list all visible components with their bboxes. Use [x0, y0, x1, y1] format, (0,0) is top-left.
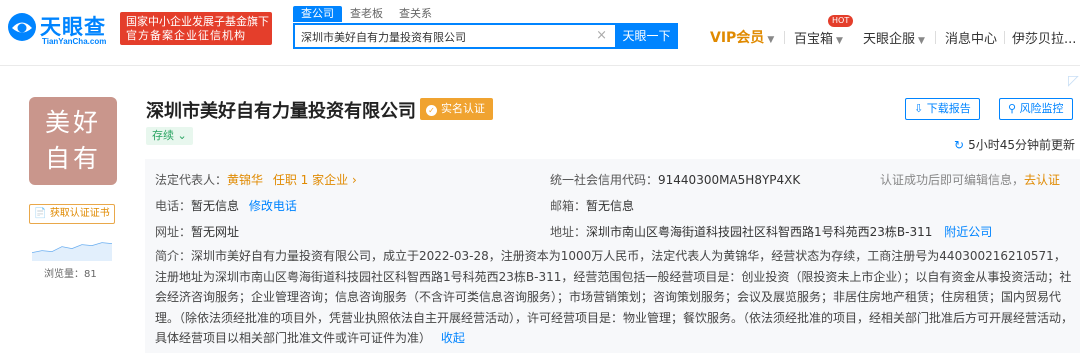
company-card: ◸ 美好 自有 📄 获取认证证书 浏览量：81 深圳市美好自有力量投资有限公司 … — [0, 67, 1080, 353]
location-pin-icon: ⚲ — [1008, 102, 1017, 115]
get-cert-label: 获取认证证书 — [49, 208, 110, 219]
enterprise-label: 天眼企服 — [863, 32, 916, 47]
intro-label: 简介： — [155, 249, 192, 263]
nearby-companies-link[interactable]: 附近公司 — [944, 225, 992, 239]
chevron-down-icon: ▼ — [836, 36, 843, 46]
hot-badge: HOT — [828, 15, 854, 27]
email-value: 暂无信息 — [586, 199, 635, 213]
legal-rep-label: 法定代表人： — [155, 173, 228, 187]
risk-label: 风险监控 — [1019, 102, 1064, 115]
chevron-down-icon: ⌄ — [177, 129, 187, 142]
chevron-down-icon: ▼ — [918, 36, 925, 46]
official-badge: 国家中小企业发展子基金旗下 官方备案企业征信机构 — [120, 12, 272, 45]
clear-icon[interactable]: × — [596, 28, 607, 43]
top-header: 天眼查 TianYanCha.com 国家中小企业发展子基金旗下 官方备案企业征… — [0, 0, 1080, 66]
company-info-panel: 法定代表人：黄锦华 任职 1 家企业 › 统一社会信用代码：91440300MA… — [145, 159, 1080, 353]
email-label: 邮箱： — [550, 199, 587, 213]
legal-rep-roles-link[interactable]: 任职 1 家企业 › — [273, 173, 357, 187]
views-sparkline — [32, 242, 112, 261]
avatar-line-1: 美好 — [44, 108, 101, 137]
go-verify-link[interactable]: 去认证 — [1024, 173, 1060, 187]
brand-domain: TianYanCha.com — [42, 37, 107, 46]
search-input[interactable]: 深圳市美好自有力量投资有限公司 × — [293, 23, 615, 49]
verified-badge[interactable]: ✓ 实名认证 — [420, 98, 493, 120]
badge-line-2: 官方备案企业征信机构 — [126, 29, 246, 42]
website-row: 网址：暂无网址 — [155, 223, 239, 240]
divider — [784, 31, 785, 44]
vip-label: VIP会员 — [710, 30, 765, 46]
intro-text: 深圳市美好自有力量投资有限公司，成立于2022-03-28，注册资本为1000万… — [155, 249, 1074, 345]
download-icon: ⇩ — [914, 102, 924, 115]
company-name: 深圳市美好自有力量投资有限公司 — [146, 101, 416, 122]
legal-rep-link[interactable]: 黄锦华 — [227, 173, 263, 187]
chevron-right-icon: › — [351, 173, 357, 187]
download-report-button[interactable]: ⇩ 下载报告 — [905, 98, 980, 120]
credit-code-label: 统一社会信用代码： — [550, 173, 659, 187]
divider — [935, 31, 936, 44]
address-row: 地址：深圳市南山区粤海街道科技园社区科智西路1号科苑西23栋B-311 附近公司 — [550, 223, 992, 240]
treasure-menu[interactable]: 百宝箱 ▼ — [794, 28, 843, 47]
website-label: 网址： — [155, 225, 192, 239]
website-value: 暂无网址 — [191, 225, 240, 239]
chevron-down-icon: ▼ — [767, 35, 775, 45]
edit-hint: 认证成功后即可编辑信息， — [880, 173, 1025, 187]
risk-monitor-button[interactable]: ⚲ 风险监控 — [999, 98, 1073, 120]
avatar-line-2: 自有 — [44, 144, 101, 173]
refresh-icon[interactable]: ↻ — [954, 138, 964, 152]
eye-logo-icon — [8, 13, 36, 41]
treasure-label: 百宝箱 — [794, 32, 834, 47]
email-row: 邮箱：暂无信息 — [550, 197, 634, 214]
tab-search-relation[interactable]: 查关系 — [391, 6, 440, 22]
edit-phone-link[interactable]: 修改电话 — [249, 199, 297, 213]
vip-menu[interactable]: VIP会员 ▼ — [710, 27, 774, 47]
ad-corner-icon: ◸ — [1068, 73, 1079, 89]
certificate-icon: 📄 — [34, 208, 47, 219]
status-badge[interactable]: 存续 ⌄ — [146, 127, 193, 145]
views-count: 浏览量：81 — [44, 269, 97, 280]
search-tabs: 查公司 查老板 查关系 — [293, 6, 440, 22]
legal-rep-row: 法定代表人：黄锦华 任职 1 家企业 › — [155, 171, 357, 188]
enterprise-menu[interactable]: 天眼企服 ▼ — [863, 28, 925, 47]
site-logo[interactable]: 天眼查 TianYanCha.com — [6, 9, 116, 49]
search-query: 深圳市美好自有力量投资有限公司 — [301, 31, 466, 44]
update-label: 5小时45分钟前更新 — [968, 138, 1075, 152]
user-menu[interactable]: 伊莎贝拉... — [1012, 28, 1076, 47]
edit-hint-row: 认证成功后即可编辑信息，去认证 — [880, 171, 1060, 188]
update-time: ↻ 5小时45分钟前更新 — [954, 136, 1075, 153]
divider — [1004, 31, 1005, 44]
collapse-link[interactable]: 收起 — [441, 331, 465, 345]
badge-line-1: 国家中小企业发展子基金旗下 — [126, 15, 269, 28]
credit-code-value: 91440300MA5H8YP4XK — [658, 173, 801, 187]
tab-search-boss[interactable]: 查老板 — [342, 6, 391, 22]
verified-label: 实名认证 — [441, 102, 485, 115]
address-value: 深圳市南山区粤海街道科技园社区科智西路1号科苑西23栋B-311 — [586, 225, 933, 239]
phone-label: 电话： — [155, 199, 192, 213]
phone-row: 电话：暂无信息 修改电话 — [155, 197, 297, 214]
roles-label: 任职 1 家企业 — [272, 173, 349, 187]
tab-search-company[interactable]: 查公司 — [293, 6, 342, 22]
company-avatar: 美好 自有 — [29, 97, 117, 185]
phone-value: 暂无信息 — [191, 199, 240, 213]
search-button[interactable]: 天眼一下 — [615, 23, 678, 49]
address-label: 地址： — [550, 225, 587, 239]
credit-code-row: 统一社会信用代码：91440300MA5H8YP4XK — [550, 171, 800, 188]
get-certificate-button[interactable]: 📄 获取认证证书 — [29, 204, 115, 224]
check-icon: ✓ — [426, 105, 437, 116]
download-label: 下载报告 — [926, 102, 971, 115]
status-label: 存续 — [152, 129, 174, 142]
company-intro: 简介：深圳市美好自有力量投资有限公司，成立于2022-03-28，注册资本为10… — [155, 246, 1075, 349]
message-center-link[interactable]: 消息中心 — [945, 28, 997, 47]
